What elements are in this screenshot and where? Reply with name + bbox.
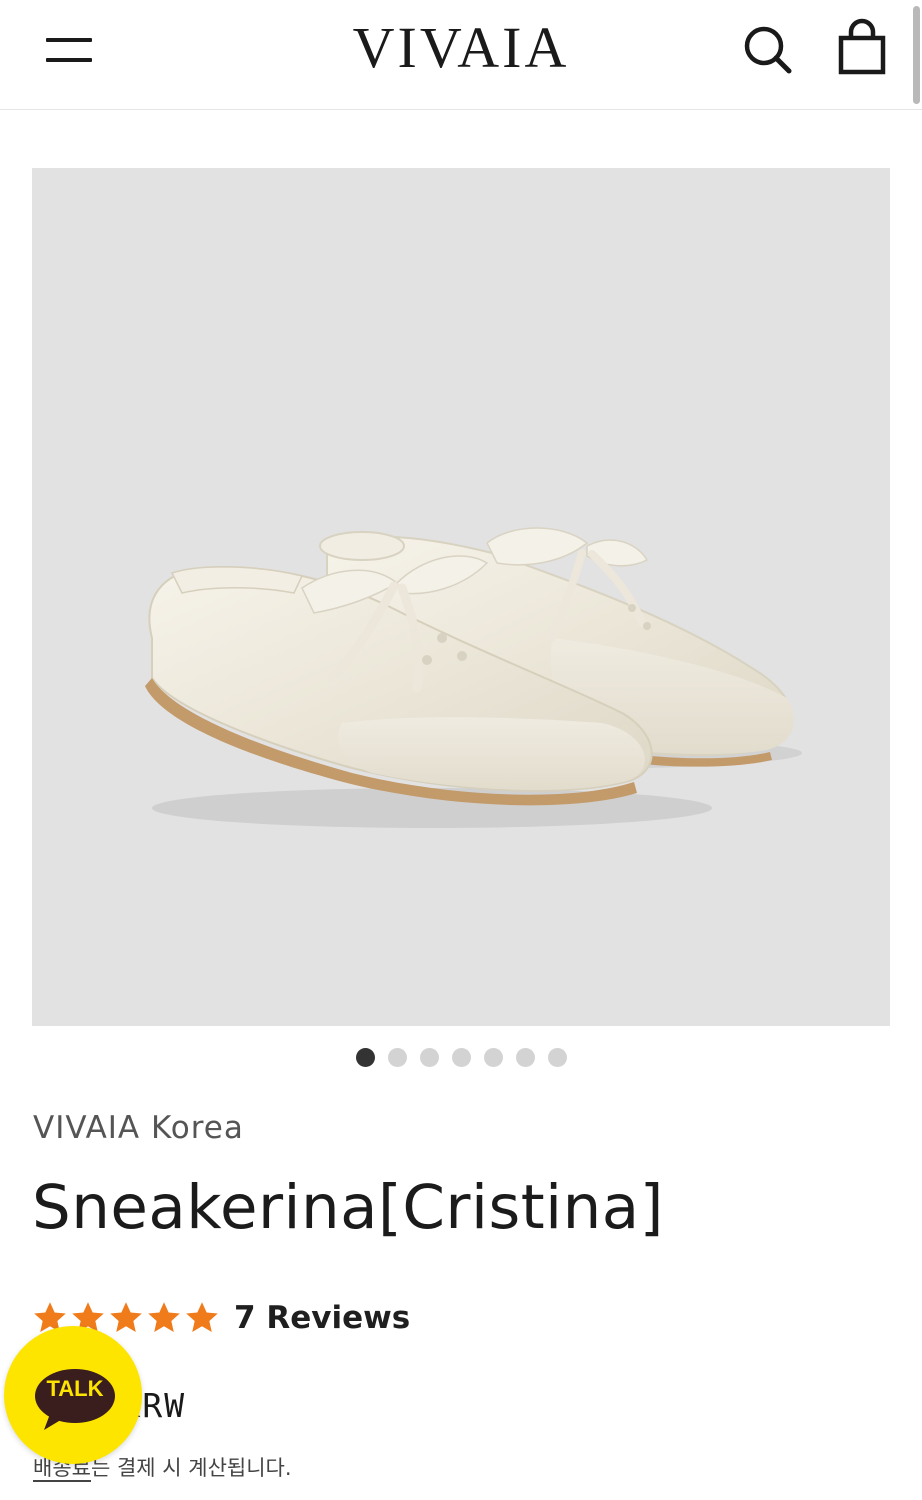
shipping-note-text: 는 결제 시 계산됩니다. xyxy=(90,1456,292,1480)
product-image[interactable] xyxy=(32,168,890,1026)
carousel-dots xyxy=(0,1048,922,1070)
star-icon xyxy=(186,1302,218,1332)
scrollbar[interactable] xyxy=(913,6,920,104)
carousel-dot-5[interactable] xyxy=(483,1048,503,1067)
search-icon[interactable] xyxy=(738,20,798,80)
star-icon xyxy=(148,1302,180,1332)
product-page: VIVAIA VIVAIA Korea Sneakerina[Cristina]… xyxy=(0,0,922,1500)
reviews-link[interactable]: 7 Reviews xyxy=(234,1300,410,1336)
carousel-dot-4[interactable] xyxy=(451,1048,471,1067)
carousel-dot-2[interactable] xyxy=(387,1048,407,1067)
shoe-illustration xyxy=(145,527,802,828)
star-icon xyxy=(110,1302,142,1332)
shopping-bag-icon[interactable] xyxy=(832,16,892,80)
carousel-dot-7[interactable] xyxy=(547,1048,567,1067)
product-brand[interactable]: VIVAIA Korea xyxy=(33,1110,244,1146)
carousel-dot-1[interactable] xyxy=(355,1048,375,1067)
site-header: VIVAIA xyxy=(0,0,922,110)
carousel-dot-3[interactable] xyxy=(419,1048,439,1067)
kakao-talk-chat-button[interactable]: TALK xyxy=(4,1326,142,1464)
product-title: Sneakerina[Cristina] xyxy=(32,1172,664,1243)
carousel-dot-6[interactable] xyxy=(515,1048,535,1067)
talk-label: TALK xyxy=(46,1376,104,1401)
